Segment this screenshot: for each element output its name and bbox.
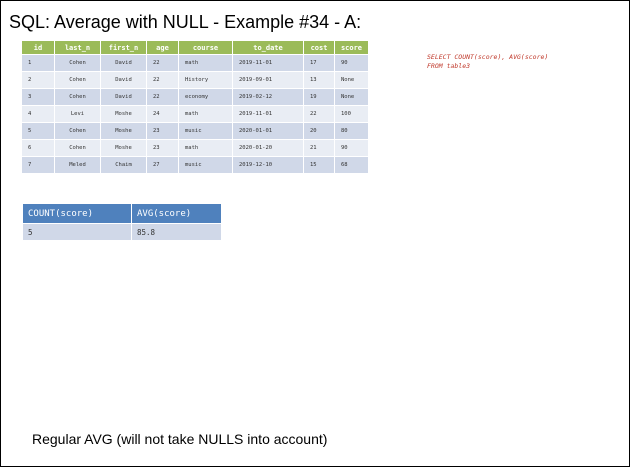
cell-id: 6 [21, 139, 55, 157]
sql-query: SELECT COUNT(score), AVG(score) FROM tab… [427, 53, 548, 71]
header-score: score [334, 40, 369, 55]
cell-first-name: Chaim [100, 156, 147, 174]
cell-to-date: 2020-01-01 [232, 122, 304, 140]
header-cost: cost [303, 40, 335, 55]
header-avg-score: AVG(score) [131, 203, 222, 224]
sql-query-line: SELECT COUNT(score), AVG(score) [427, 53, 549, 61]
table-row: 1 Cohen David 22 math 2019-11-01 17 90 [21, 54, 369, 72]
cell-score: 68 [334, 156, 369, 174]
cell-first-name: David [100, 71, 147, 89]
header-last-name: last_n [54, 40, 101, 55]
cell-course: math [178, 139, 233, 157]
cell-to-date: 2019-02-12 [232, 88, 304, 106]
cell-score: 80 [334, 122, 369, 140]
cell-score: None [334, 88, 369, 106]
result-row: 5 85.8 [22, 223, 222, 241]
slide-footer: Regular AVG (will not take NULLS into ac… [32, 431, 328, 447]
cell-first-name: Moshe [100, 122, 147, 140]
cell-cost: 21 [303, 139, 335, 157]
cell-last-name: Meled [54, 156, 101, 174]
cell-age: 22 [146, 54, 179, 72]
cell-count-score: 5 [22, 223, 132, 241]
cell-score: 90 [334, 139, 369, 157]
header-to-date: to_date [232, 40, 304, 55]
cell-cost: 15 [303, 156, 335, 174]
table-row: 4 Levi Moshe 24 math 2019-11-01 22 100 [21, 105, 369, 123]
result-table: COUNT(score) AVG(score) 5 85.8 [22, 203, 222, 241]
cell-id: 3 [21, 88, 55, 106]
cell-last-name: Cohen [54, 54, 101, 72]
cell-first-name: David [100, 54, 147, 72]
cell-first-name: Moshe [100, 139, 147, 157]
cell-age: 27 [146, 156, 179, 174]
table-row: 3 Cohen David 22 economy 2019-02-12 19 N… [21, 88, 369, 106]
cell-first-name: Moshe [100, 105, 147, 123]
cell-age: 23 [146, 139, 179, 157]
cell-cost: 22 [303, 105, 335, 123]
cell-to-date: 2020-01-20 [232, 139, 304, 157]
table-row: 7 Meled Chaim 27 music 2019-12-10 15 68 [21, 156, 369, 174]
table3-table: id last_n first_n age course to_date cos… [21, 40, 369, 174]
cell-score: None [334, 71, 369, 89]
cell-course: economy [178, 88, 233, 106]
cell-to-date: 2019-12-10 [232, 156, 304, 174]
header-age: age [146, 40, 179, 55]
cell-course: music [178, 122, 233, 140]
cell-last-name: Levi [54, 105, 101, 123]
cell-course: History [178, 71, 233, 89]
sql-query-line: FROM table3 [427, 62, 471, 70]
cell-last-name: Cohen [54, 139, 101, 157]
cell-score: 100 [334, 105, 369, 123]
cell-id: 5 [21, 122, 55, 140]
cell-age: 22 [146, 71, 179, 89]
slide-frame: SQL: Average with NULL - Example #34 - A… [0, 0, 630, 467]
cell-to-date: 2019-11-01 [232, 54, 304, 72]
result-header-row: COUNT(score) AVG(score) [22, 203, 222, 224]
cell-cost: 20 [303, 122, 335, 140]
cell-age: 22 [146, 88, 179, 106]
cell-first-name: David [100, 88, 147, 106]
table3-header-row: id last_n first_n age course to_date cos… [21, 40, 369, 55]
cell-course: music [178, 156, 233, 174]
cell-id: 7 [21, 156, 55, 174]
cell-to-date: 2019-11-01 [232, 105, 304, 123]
cell-age: 24 [146, 105, 179, 123]
header-first-name: first_n [100, 40, 147, 55]
cell-last-name: Cohen [54, 71, 101, 89]
cell-id: 1 [21, 54, 55, 72]
header-id: id [21, 40, 55, 55]
cell-avg-score: 85.8 [131, 223, 222, 241]
table-row: 2 Cohen David 22 History 2019-09-01 13 N… [21, 71, 369, 89]
header-course: course [178, 40, 233, 55]
cell-to-date: 2019-09-01 [232, 71, 304, 89]
cell-cost: 19 [303, 88, 335, 106]
cell-id: 2 [21, 71, 55, 89]
cell-age: 23 [146, 122, 179, 140]
cell-last-name: Cohen [54, 122, 101, 140]
cell-id: 4 [21, 105, 55, 123]
header-count-score: COUNT(score) [22, 203, 132, 224]
cell-score: 90 [334, 54, 369, 72]
table-row: 6 Cohen Moshe 23 math 2020-01-20 21 90 [21, 139, 369, 157]
cell-last-name: Cohen [54, 88, 101, 106]
cell-course: math [178, 54, 233, 72]
cell-cost: 17 [303, 54, 335, 72]
cell-course: math [178, 105, 233, 123]
cell-cost: 13 [303, 71, 335, 89]
table-row: 5 Cohen Moshe 23 music 2020-01-01 20 80 [21, 122, 369, 140]
slide-title: SQL: Average with NULL - Example #34 - A… [9, 12, 362, 32]
